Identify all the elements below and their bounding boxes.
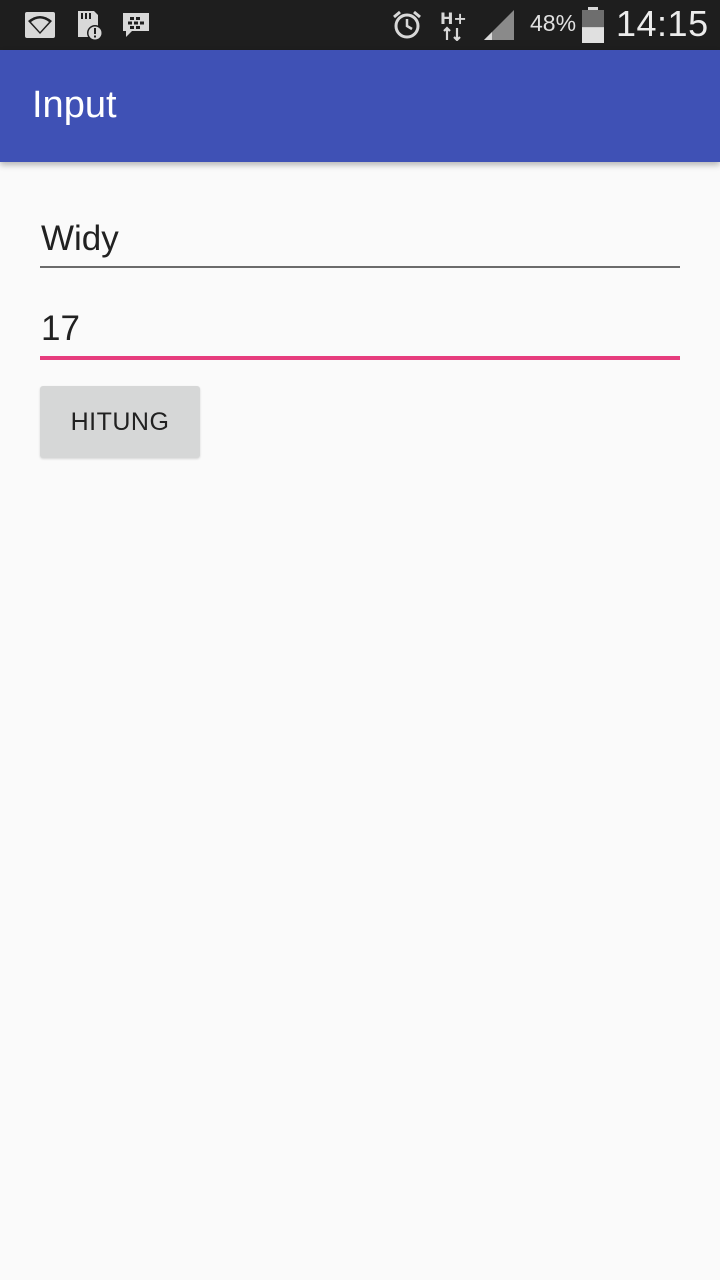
battery-icon <box>581 7 605 43</box>
age-field[interactable]: 17 <box>40 302 680 360</box>
page-title: Input <box>32 84 117 126</box>
name-field[interactable]: Widy <box>40 212 680 268</box>
age-field-value: 17 <box>41 309 80 348</box>
name-field-underline <box>40 266 680 268</box>
status-bar: H+ 48% 14:15 <box>0 0 720 50</box>
alarm-icon <box>391 9 423 41</box>
hitung-button[interactable]: HITUNG <box>40 386 200 458</box>
battery-percent: 48% <box>530 10 577 36</box>
age-field-underline <box>40 356 680 360</box>
name-field-value: Widy <box>41 219 119 258</box>
signal-icon <box>482 9 514 41</box>
svg-text:H+: H+ <box>440 9 467 28</box>
app-bar: Input <box>0 50 720 162</box>
sd-card-alert-icon <box>72 9 104 41</box>
bbm-icon <box>120 9 152 41</box>
clock: 14:15 <box>616 3 709 44</box>
wifi-icon <box>24 9 56 41</box>
hplus-data-icon: H+ <box>438 9 470 41</box>
